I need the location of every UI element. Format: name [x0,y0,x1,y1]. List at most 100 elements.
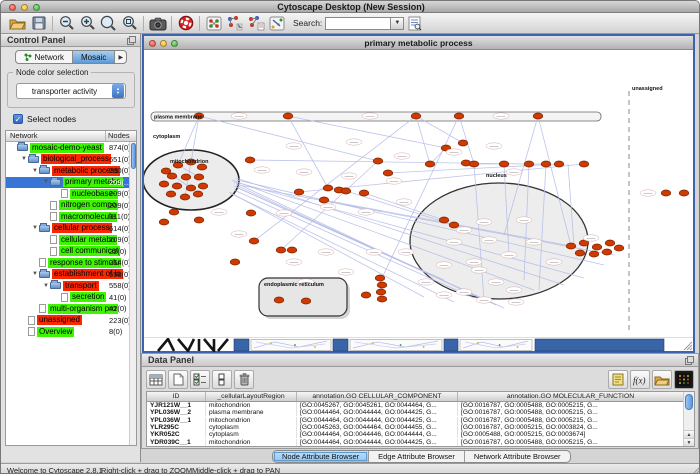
network-node[interactable] [246,210,256,216]
open-session-button[interactable] [7,14,28,33]
column-nodes[interactable]: Nodes [106,131,136,141]
tree-row[interactable]: nucleobase-209(0) [6,188,136,200]
table-row[interactable]: YJR121W__1mitochondrion[GO:0045267, GO:0… [147,402,694,409]
expand-collapse-icon[interactable]: ▼ [31,168,39,174]
network-node[interactable] [425,161,435,167]
delete-attribute-button[interactable] [234,370,254,389]
network-node[interactable] [359,190,369,196]
zoom-out-button[interactable] [56,14,77,33]
scrollbar-thumb[interactable] [685,394,693,410]
import-attributes-button[interactable] [652,370,672,389]
column-header[interactable]: _cellularLayoutRegion [206,392,297,401]
network-node[interactable] [274,297,284,303]
column-header[interactable]: annotation.GO MOLECULAR_FUNCTION [458,392,684,401]
tree-row[interactable]: ▼metabolic process280(0) [6,165,136,177]
zoom-fit-button[interactable] [119,14,140,33]
scroll-down-arrow[interactable]: ▼ [684,438,694,446]
minimized-window[interactable] [535,339,664,351]
tree-row[interactable]: cellular metabo209(0) [6,234,136,246]
network-node[interactable] [180,194,190,200]
network-node[interactable] [198,183,208,189]
tree-row[interactable]: ▼cellular process614(0) [6,223,136,235]
network-node[interactable] [679,190,689,196]
network-node[interactable] [439,217,449,223]
tree-row[interactable]: cell communicat22(0) [6,246,136,258]
attribute-matrix-button[interactable] [674,370,694,389]
network-node[interactable] [159,181,169,187]
table-row[interactable]: YPL036W__2plasma membrane[GO:0044464, GO… [147,409,694,416]
network-node[interactable] [373,158,383,164]
network-node[interactable] [469,161,479,167]
network-node[interactable] [454,113,464,119]
tree-row[interactable]: multi-organism pro42(0) [6,303,136,315]
unselect-attributes-button[interactable] [212,370,232,389]
network-node[interactable] [589,251,599,257]
minimized-window[interactable] [444,339,458,351]
network-node[interactable] [554,161,564,167]
expand-collapse-icon[interactable]: ▼ [31,225,39,231]
tree-row[interactable]: secretion41(0) [6,292,136,304]
network-node[interactable] [287,247,297,253]
tree-row[interactable]: unassigned223(0) [6,315,136,327]
network-node[interactable] [167,173,177,179]
tree-scrollbar[interactable] [129,142,136,445]
network-node[interactable] [575,250,585,256]
create-network-button[interactable] [203,14,224,33]
search-dropdown-button[interactable]: ▼ [391,17,404,30]
tree-row[interactable]: response to stimulu264(0) [6,257,136,269]
resize-grip-icon[interactable] [690,465,700,474]
tree-row[interactable]: ▼biological_process651(0) [6,154,136,166]
network-canvas[interactable]: plasma membranecytoplasmmitochondrionnuc… [144,50,693,337]
network-node[interactable] [375,275,385,281]
network-node[interactable] [383,170,393,176]
window-titlebar[interactable]: Cytoscape Desktop (New Session) [1,1,700,13]
tree-row[interactable]: nitrogen compo209(0) [6,200,136,212]
window-thumbnail[interactable] [251,340,331,351]
float-panel-icon[interactable] [127,36,136,45]
save-session-button[interactable] [28,14,49,33]
network-view-titlebar[interactable]: primary metabolic process [144,36,693,50]
network-node[interactable] [181,174,191,180]
table-row[interactable]: YDR039C__1mitochondrion[GO:0044464, GO:0… [147,438,694,445]
network-node[interactable] [458,140,468,146]
table-row[interactable]: YPL036W__1mitochondrion[GO:0044464, GO:0… [147,417,694,424]
snapshot-button[interactable] [147,14,168,33]
zoom-in-button[interactable] [77,14,98,33]
network-node[interactable] [194,217,204,223]
network-node[interactable] [323,185,333,191]
column-network[interactable]: Network [6,131,106,141]
window-thumbnail[interactable] [460,340,532,351]
new-attribute-button[interactable] [168,370,188,389]
table-row[interactable]: YLR295Ccytoplasm[GO:0045263, GO:0044464,… [147,424,694,431]
network-node[interactable] [172,183,182,189]
search-options-button[interactable] [404,14,425,33]
attribute-editor-button[interactable] [608,370,628,389]
network-node[interactable] [276,247,286,253]
network-node[interactable] [166,191,176,197]
select-attributes-button[interactable] [190,370,210,389]
expand-collapse-icon[interactable]: ▼ [31,271,39,277]
network-node[interactable] [579,161,589,167]
node-color-dropdown[interactable]: transporter activity ▲▼ [16,83,126,99]
tree-row[interactable]: Overview8(0) [6,326,136,338]
network-node[interactable] [249,238,259,244]
network-node[interactable] [449,222,459,228]
tab-node-attribute-browser[interactable]: Node Attribute Browser [273,451,368,462]
network-node[interactable] [361,292,371,298]
tab-network-attribute-browser[interactable]: Network Attribute Browser [464,451,570,462]
tree-row[interactable]: ▼primary metabo209(... [6,177,136,189]
network-node[interactable] [377,282,387,288]
table-row[interactable]: YKR052Ccytoplasm[GO:0044464, GO:0044446,… [147,431,694,438]
zoom-selected-button[interactable] [98,14,119,33]
network-node[interactable] [524,161,534,167]
network-node[interactable] [283,113,293,119]
tab-network[interactable]: Network [16,51,72,63]
minimized-window[interactable] [333,339,348,351]
tree-row[interactable]: mosaic-demo-yeast874(0) [6,142,136,154]
network-node[interactable] [614,245,624,251]
network-node[interactable] [605,240,615,246]
attribute-table-button[interactable] [146,370,166,389]
scroll-up-arrow[interactable]: ▲ [684,430,694,438]
network-node[interactable] [376,289,386,295]
network-node[interactable] [186,185,196,191]
